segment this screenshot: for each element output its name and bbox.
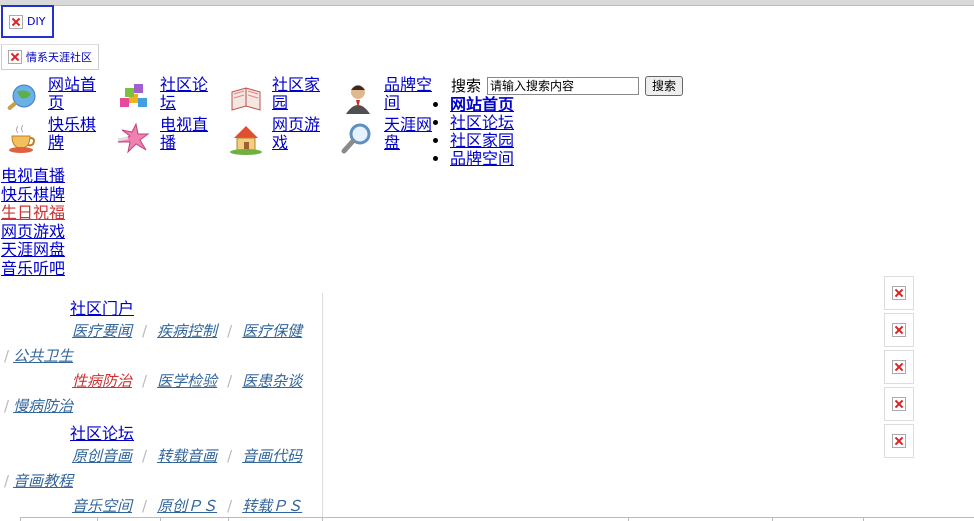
separator: / (227, 371, 233, 390)
portal-row: 医疗要闻 / 疾病控制 / 医疗保健 (72, 320, 302, 341)
portal-link[interactable]: 医疗保健 (242, 320, 302, 341)
bullet-nav: 网站首页 社区论坛 社区家园 品牌空间 (434, 96, 514, 168)
portal-section-title[interactable]: 社区门户 (70, 295, 134, 319)
broken-image-icon (9, 14, 23, 29)
broken-image-icon (8, 50, 22, 64)
portal-link[interactable]: 音画教程 (13, 470, 73, 491)
separator: / (142, 446, 148, 465)
portal-link[interactable]: 疾病控制 (157, 320, 217, 341)
side-link-netdisk[interactable]: 天涯网盘 (1, 240, 65, 260)
bullet-item: 社区家园 (450, 132, 514, 150)
search-input[interactable] (487, 76, 640, 95)
side-link-birthday[interactable]: 生日祝福 (1, 203, 65, 223)
portal-row: / 音画教程 (4, 470, 73, 491)
broken-image[interactable] (884, 350, 914, 384)
nav-item-tv[interactable]: 电视直播 (116, 116, 226, 164)
bullet-link-homestead[interactable]: 社区家园 (450, 131, 514, 150)
separator: / (142, 321, 148, 340)
house-icon (228, 120, 264, 156)
right-image-column (884, 276, 914, 461)
side-link-music[interactable]: 音乐听吧 (1, 259, 65, 279)
portal-link[interactable]: 医学检验 (157, 370, 217, 391)
diy-image[interactable]: DIY (1, 5, 54, 38)
portal-link[interactable]: 音乐空间 (72, 495, 132, 516)
portal-link[interactable]: 医疗要闻 (72, 320, 132, 341)
separator: / (4, 471, 10, 490)
bullet-item: 网站首页 (450, 96, 514, 114)
portal-link[interactable]: 转载ＰＳ (242, 495, 302, 516)
broken-image[interactable] (884, 387, 914, 421)
side-link-webgame[interactable]: 网页游戏 (1, 222, 65, 242)
teacup-icon (4, 120, 40, 156)
portal-link[interactable]: 性病防治 (72, 370, 132, 391)
portal-link[interactable]: 医患杂谈 (242, 370, 302, 391)
portal-link[interactable]: 公共卫生 (13, 345, 73, 366)
broken-image-icon (892, 434, 906, 448)
portal-panel: 社区门户 医疗要闻 / 疾病控制 / 医疗保健 / 公共卫生 性病防治 / 医学… (0, 293, 323, 520)
portal-row: / 慢病防治 (4, 395, 73, 416)
nav-item-chess[interactable]: 快乐棋牌 (4, 116, 114, 164)
nav-link-forum[interactable]: 社区论坛 (160, 76, 216, 112)
bullet-item: 品牌空间 (450, 150, 514, 168)
portal-row: 性病防治 / 医学检验 / 医患杂谈 (72, 370, 302, 391)
separator: / (227, 446, 233, 465)
search-button[interactable]: 搜索 (645, 75, 684, 96)
book-icon (228, 80, 264, 116)
globe-search-icon (4, 80, 40, 116)
side-links: 电视直播 快乐棋牌 生日祝福 网页游戏 天涯网盘 音乐听吧 (1, 166, 65, 279)
nav-link-chess[interactable]: 快乐棋牌 (48, 116, 104, 152)
broken-image[interactable] (884, 276, 914, 310)
nav-link-webgame[interactable]: 网页游戏 (272, 116, 328, 152)
search-bar: 搜索 搜索 (451, 75, 684, 96)
table-border (20, 517, 974, 521)
broken-image-icon (892, 286, 906, 300)
nav-item-webgame[interactable]: 网页游戏 (228, 116, 338, 164)
diy-label: DIY (27, 15, 46, 28)
broken-image[interactable] (884, 424, 914, 458)
separator: / (4, 396, 10, 415)
broken-image-icon (892, 360, 906, 374)
blocks-icon (116, 80, 152, 116)
portal-link[interactable]: 转载音画 (157, 445, 217, 466)
bullet-item: 社区论坛 (450, 114, 514, 132)
nav-link-homestead[interactable]: 社区家园 (272, 76, 328, 112)
portal-row: 原创音画 / 转载音画 / 音画代码 (72, 445, 302, 466)
side-link-tv[interactable]: 电视直播 (1, 166, 65, 186)
search-label: 搜索 (451, 77, 482, 95)
bullet-link-home[interactable]: 网站首页 (450, 95, 514, 114)
magnifier-icon (340, 120, 376, 156)
separator: / (142, 371, 148, 390)
side-link-chess[interactable]: 快乐棋牌 (1, 185, 65, 205)
community-logo-label: 情系天涯社区 (26, 51, 92, 64)
community-logo[interactable]: 情系天涯社区 (1, 44, 99, 70)
broken-image-icon (892, 323, 906, 337)
separator: / (227, 321, 233, 340)
nav-link-home[interactable]: 网站首页 (48, 76, 104, 112)
person-icon (340, 80, 376, 116)
bullet-link-brand[interactable]: 品牌空间 (450, 149, 514, 168)
separator: / (142, 496, 148, 515)
portal-row: / 公共卫生 (4, 345, 73, 366)
broken-image-icon (892, 397, 906, 411)
portal-section-title[interactable]: 社区论坛 (70, 420, 134, 444)
top-bar (0, 0, 974, 6)
bullet-link-forum[interactable]: 社区论坛 (450, 113, 514, 132)
portal-row: 音乐空间 / 原创ＰＳ / 转载ＰＳ (72, 495, 302, 516)
star-icon (116, 120, 152, 156)
portal-link[interactable]: 慢病防治 (13, 395, 73, 416)
separator: / (227, 496, 233, 515)
separator: / (4, 346, 10, 365)
portal-link[interactable]: 原创音画 (72, 445, 132, 466)
portal-link[interactable]: 原创ＰＳ (157, 495, 217, 516)
portal-link[interactable]: 音画代码 (242, 445, 302, 466)
broken-image[interactable] (884, 313, 914, 347)
nav-link-tv[interactable]: 电视直播 (160, 116, 216, 152)
